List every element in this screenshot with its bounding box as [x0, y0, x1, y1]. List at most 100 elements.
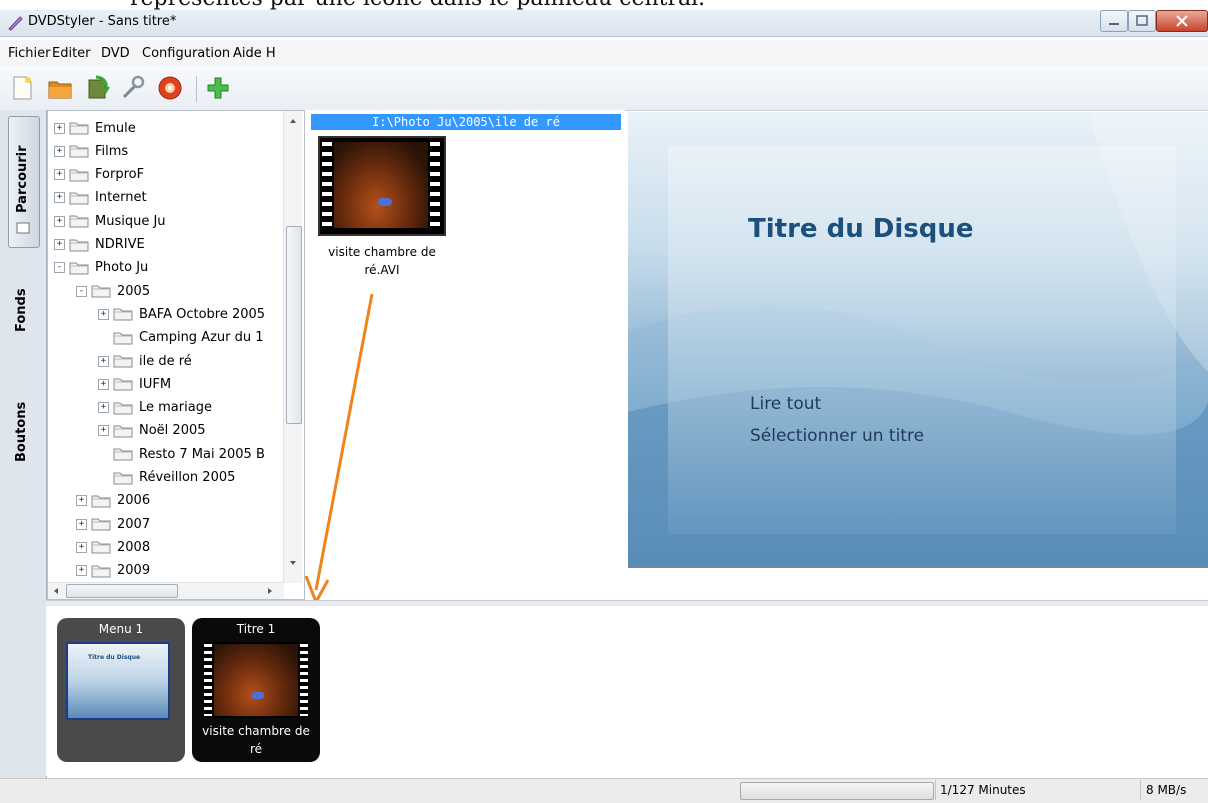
tab-parcourir-label: Parcourir	[15, 145, 30, 213]
settings-icon[interactable]	[118, 74, 146, 102]
expand-icon[interactable]: +	[54, 145, 65, 157]
minimize-button[interactable]	[1100, 10, 1128, 32]
tree-item[interactable]: + Le mariage	[98, 397, 212, 419]
menu-editer[interactable]: Editer	[52, 46, 91, 61]
file-name-line-2: ré.AVI	[364, 263, 400, 277]
folder-icon	[113, 331, 133, 345]
collapse-icon[interactable]: -	[76, 285, 87, 297]
expand-icon[interactable]: +	[98, 378, 109, 390]
folder-icon	[113, 471, 133, 485]
tree-connector	[98, 472, 109, 483]
menu-thumb-title: Titre du Disque	[88, 654, 141, 661]
folder-tab-icon	[16, 221, 30, 235]
video-file-thumbnail[interactable]	[318, 136, 446, 236]
menu-aide[interactable]: Aide H	[233, 46, 276, 61]
status-divider	[1140, 780, 1141, 800]
save-icon[interactable]	[84, 74, 112, 102]
expand-icon[interactable]: +	[54, 122, 65, 134]
tab-parcourir[interactable]: Parcourir	[8, 116, 40, 248]
menu-card-thumbnail[interactable]: Titre du Disque	[66, 642, 170, 720]
expand-icon[interactable]: +	[76, 541, 87, 553]
folder-icon	[69, 168, 89, 182]
menu-configuration[interactable]: Configuration	[142, 46, 230, 61]
close-button[interactable]	[1156, 10, 1208, 32]
film-strip-left	[322, 142, 332, 230]
tree-item[interactable]: + ile de ré	[98, 350, 192, 372]
tree-item-label: Resto 7 Mai 2005 B	[139, 446, 265, 462]
tree-item-label: 2005	[117, 283, 151, 299]
title-card-thumbnail[interactable]	[203, 642, 309, 718]
menu-fichier[interactable]: Fichier	[8, 46, 51, 61]
tree-item[interactable]: + ForproF	[54, 164, 144, 186]
tree-item[interactable]: +2008	[76, 536, 150, 558]
title-card-name: visite chambre de ré	[192, 722, 320, 758]
status-minutes: 1/127 Minutes	[940, 783, 1026, 797]
tree-item-label: ForproF	[95, 167, 145, 183]
menu-bar: Fichier Editer DVD Configuration Aide H	[0, 40, 1208, 67]
folder-icon	[113, 424, 133, 438]
menu-editor-bottom-area	[628, 566, 1208, 604]
menu-dvd[interactable]: DVD	[101, 46, 130, 61]
expand-icon[interactable]: +	[76, 565, 87, 577]
tree-item[interactable]: - Photo Ju	[54, 257, 148, 279]
tree-item-label: 2006	[117, 493, 151, 509]
video-file-name[interactable]: visite chambre de ré.AVI	[322, 243, 442, 279]
tree-item-label: Films	[95, 143, 129, 159]
disc-title-text[interactable]: Titre du Disque	[748, 214, 973, 244]
expand-icon[interactable]: +	[76, 518, 87, 530]
tree-item[interactable]: + IUFM	[98, 373, 171, 395]
maximize-button[interactable]	[1128, 10, 1156, 32]
tree-item[interactable]: Camping Azur du 1	[98, 327, 264, 349]
tree-item[interactable]: + Emule	[54, 117, 136, 139]
tree-item[interactable]: + Films	[54, 140, 128, 162]
tree-item[interactable]: + Musique Ju	[54, 210, 166, 232]
tab-fonds[interactable]: Fonds	[8, 280, 38, 340]
tree-item[interactable]: +2007	[76, 513, 150, 535]
expand-icon[interactable]: +	[54, 169, 65, 181]
folder-icon	[91, 284, 111, 298]
tree-item[interactable]: +2006	[76, 490, 150, 512]
expand-icon[interactable]: +	[54, 239, 65, 250]
status-bitrate: 8 MB/s	[1146, 783, 1187, 797]
tree-item[interactable]: - 2005	[76, 280, 150, 302]
tree-item[interactable]: Réveillon 2005	[98, 467, 235, 489]
disc-usage-progress	[740, 782, 934, 800]
folder-icon	[91, 517, 111, 531]
expand-icon[interactable]: +	[76, 495, 87, 507]
tree-item[interactable]: + Noël 2005	[98, 420, 206, 442]
burn-icon[interactable]	[156, 74, 184, 102]
expand-icon[interactable]: +	[98, 308, 109, 320]
tree-item[interactable]: Resto 7 Mai 2005 B	[98, 443, 265, 465]
tree-connector	[98, 332, 109, 343]
expand-icon[interactable]: +	[54, 215, 65, 227]
collapse-icon[interactable]: -	[54, 262, 65, 274]
folder-icon	[113, 377, 133, 391]
expand-icon[interactable]: +	[98, 355, 109, 367]
tree-hscroll-thumb[interactable]	[66, 584, 178, 598]
tab-boutons[interactable]: Boutons	[8, 390, 38, 470]
folder-icon	[91, 494, 111, 508]
tree-item[interactable]: + Internet	[54, 187, 147, 209]
tree-item-label: Internet	[95, 190, 147, 206]
tree-item-label: Le mariage	[139, 400, 212, 416]
tree-item-label: NDRIVE	[95, 237, 145, 252]
folder-icon	[69, 261, 89, 275]
expand-icon[interactable]: +	[98, 425, 109, 437]
open-icon[interactable]	[46, 74, 74, 102]
tree-item[interactable]: +2009	[76, 560, 150, 582]
status-divider	[935, 780, 936, 800]
expand-icon[interactable]: +	[54, 192, 65, 204]
folder-icon	[113, 307, 133, 321]
tree-item-label: 2007	[117, 516, 151, 532]
file-name-line-1: visite chambre de	[328, 245, 436, 259]
video-frame-small-icon	[214, 644, 298, 716]
expand-icon[interactable]: +	[98, 402, 109, 414]
tree-item-label: 2008	[117, 539, 151, 555]
menu-button-select-title[interactable]: Sélectionner un titre	[750, 426, 924, 446]
tree-item[interactable]: + BAFA Octobre 2005	[98, 303, 265, 325]
tree-item[interactable]: + NDRIVE	[54, 234, 145, 256]
new-icon[interactable]	[8, 74, 36, 102]
tree-item-label: BAFA Octobre 2005	[139, 306, 266, 322]
menu-button-play-all[interactable]: Lire tout	[750, 394, 821, 414]
add-icon[interactable]	[204, 74, 232, 102]
